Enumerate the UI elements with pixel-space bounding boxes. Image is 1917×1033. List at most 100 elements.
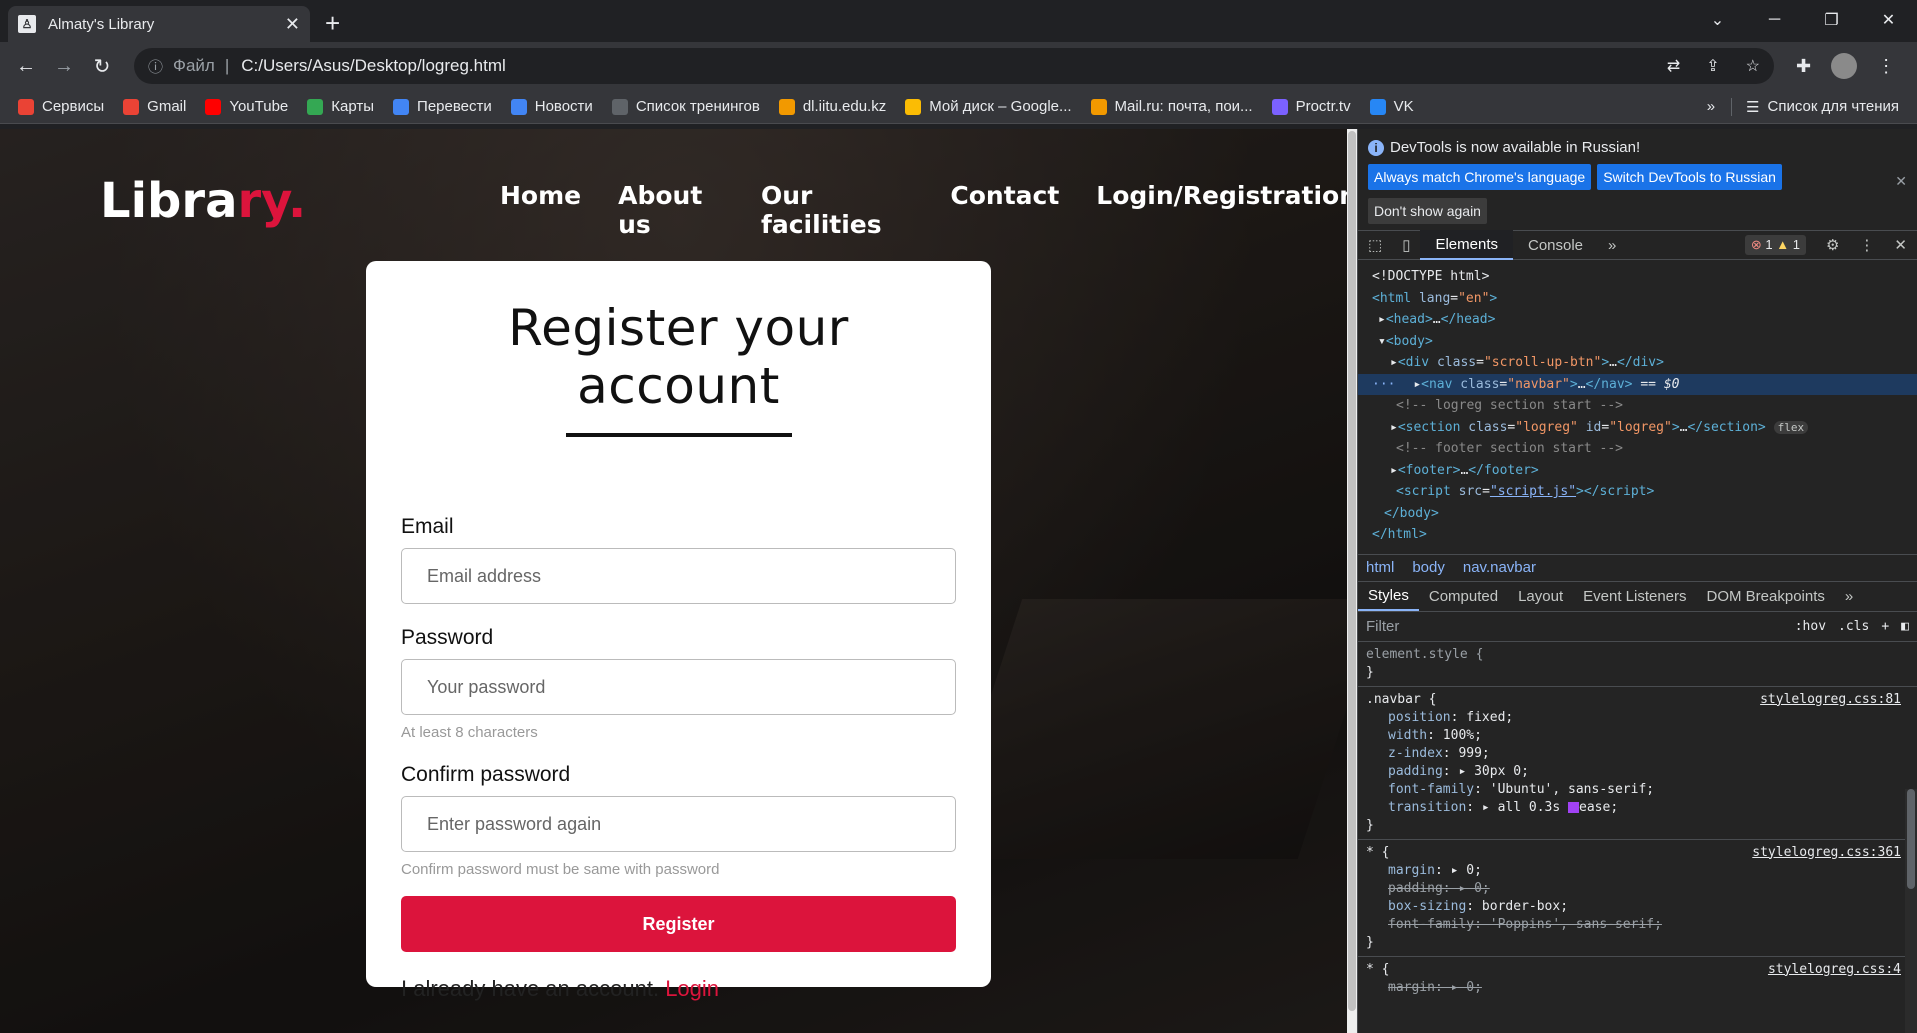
close-devtools-icon[interactable]: ✕: [1884, 236, 1917, 254]
translate-icon[interactable]: ⇄: [1667, 56, 1680, 76]
dont-show-again-button[interactable]: Don't show again: [1368, 198, 1487, 224]
menu-contact-link[interactable]: Contact: [950, 181, 1059, 239]
bookmark-item[interactable]: Сервисы: [18, 98, 104, 115]
tab-console[interactable]: Console: [1513, 230, 1598, 260]
css-rule[interactable]: stylelogreg.css:361 * { margin: ▸ 0; pad…: [1358, 840, 1917, 957]
menu-facilities-link[interactable]: Our facilities: [761, 181, 913, 239]
hover-state-toggle[interactable]: :hov: [1795, 619, 1826, 634]
bookmark-label: VK: [1393, 98, 1414, 115]
styles-pane: element.style { } stylelogreg.css:81 .na…: [1358, 642, 1917, 1001]
devtools-panel: i DevTools is now available in Russian! ✕…: [1357, 129, 1917, 1033]
css-source-link[interactable]: stylelogreg.css:81: [1760, 691, 1901, 709]
tab-elements[interactable]: Elements: [1420, 230, 1513, 260]
close-window-button[interactable]: ✕: [1860, 0, 1917, 40]
bookmark-item[interactable]: YouTube: [205, 98, 288, 115]
more-subtabs-icon[interactable]: »: [1835, 588, 1863, 605]
tab-dom-breakpoints[interactable]: DOM Breakpoints: [1697, 588, 1835, 605]
site-logo[interactable]: Library.: [100, 173, 306, 229]
bookmark-item[interactable]: Новости: [510, 98, 593, 115]
breadcrumb-navbar[interactable]: nav.navbar: [1463, 559, 1536, 576]
breadcrumb-body[interactable]: body: [1412, 559, 1445, 576]
bookmark-item[interactable]: VK: [1369, 98, 1414, 115]
dom-node-selected[interactable]: ··· ▸<nav class="navbar">…</nav> == $0: [1358, 373, 1917, 395]
reading-list-button[interactable]: ☰ Список для чтения: [1731, 97, 1899, 116]
reload-button[interactable]: ↻: [86, 54, 118, 79]
inspect-element-icon[interactable]: ⬚: [1358, 236, 1392, 254]
close-tab-icon[interactable]: ✕: [285, 14, 300, 35]
info-icon[interactable]: ⓘ: [148, 56, 163, 77]
maps-icon: [307, 98, 324, 115]
email-field[interactable]: Email address: [401, 548, 956, 604]
bookmark-item[interactable]: Gmail: [123, 98, 186, 115]
devtools-menu-icon[interactable]: ⋮: [1849, 236, 1884, 254]
dom-node[interactable]: <script src="script.js"></script>: [1372, 481, 1917, 503]
url-text[interactable]: C:/Users/Asus/Desktop/logreg.html: [241, 56, 506, 76]
dom-node[interactable]: ▸<head>…</head>: [1372, 309, 1917, 331]
dom-comment[interactable]: <!-- footer section start -->: [1372, 438, 1917, 460]
dom-node[interactable]: <html lang="en">: [1372, 288, 1917, 310]
dom-comment[interactable]: <!-- logreg section start -->: [1372, 395, 1917, 417]
bookmark-item[interactable]: Перевести: [393, 98, 492, 115]
page-scrollbar[interactable]: [1347, 129, 1357, 1033]
bookmark-item[interactable]: Mail.ru: почта, пои...: [1090, 98, 1253, 115]
device-toolbar-icon[interactable]: ▯: [1392, 236, 1420, 254]
more-bookmarks-icon[interactable]: »: [1707, 98, 1715, 115]
sidebar-toggle-icon[interactable]: ◧: [1901, 619, 1909, 634]
back-button[interactable]: ←: [10, 55, 42, 78]
switch-language-button[interactable]: Switch DevTools to Russian: [1597, 164, 1782, 190]
extensions-icon[interactable]: ✚: [1796, 56, 1811, 77]
share-icon[interactable]: ⇪: [1706, 56, 1719, 76]
styles-scrollbar-thumb[interactable]: [1907, 789, 1915, 889]
maximize-button[interactable]: ❐: [1803, 0, 1860, 40]
confirm-password-field[interactable]: Enter password again: [401, 796, 956, 852]
page-scrollbar-thumb[interactable]: [1348, 131, 1356, 1011]
close-banner-icon[interactable]: ✕: [1895, 173, 1907, 190]
dom-node[interactable]: ▾<body>: [1372, 331, 1917, 353]
css-rule[interactable]: element.style { }: [1358, 642, 1917, 687]
tab-event-listeners[interactable]: Event Listeners: [1573, 588, 1696, 605]
browser-tab[interactable]: ♙ Almaty's Library ✕: [8, 6, 310, 42]
styles-scrollbar[interactable]: [1905, 789, 1917, 1033]
tab-computed[interactable]: Computed: [1419, 588, 1508, 605]
new-tab-button[interactable]: +: [325, 8, 340, 39]
profile-avatar[interactable]: [1831, 53, 1858, 79]
settings-gear-icon[interactable]: ⚙: [1816, 236, 1849, 254]
bookmark-item[interactable]: dl.iitu.edu.kz: [778, 98, 886, 115]
issues-badge[interactable]: ⊗ 1 ▲ 1: [1744, 235, 1806, 255]
bookmark-item[interactable]: Мой диск – Google...: [905, 98, 1072, 115]
forward-button[interactable]: →: [48, 55, 80, 78]
class-toggle[interactable]: .cls: [1838, 619, 1869, 634]
tab-layout[interactable]: Layout: [1508, 588, 1573, 605]
bookmark-item[interactable]: Карты: [307, 98, 374, 115]
dom-node[interactable]: ▸<footer>…</footer>: [1372, 460, 1917, 482]
tab-styles[interactable]: Styles: [1358, 581, 1419, 611]
css-rule[interactable]: stylelogreg.css:81 .navbar { position: f…: [1358, 687, 1917, 840]
dom-node[interactable]: <!DOCTYPE html>: [1372, 266, 1917, 288]
css-rule[interactable]: stylelogreg.css:4 * { margin: ▸ 0;: [1358, 957, 1917, 1001]
password-field[interactable]: Your password: [401, 659, 956, 715]
css-source-link[interactable]: stylelogreg.css:4: [1768, 961, 1901, 979]
styles-filter[interactable]: Filter :hov .cls + ◧: [1358, 612, 1917, 642]
more-menu-icon[interactable]: ⋮: [1877, 56, 1895, 77]
new-rule-button[interactable]: +: [1881, 619, 1889, 634]
dom-node[interactable]: </body>: [1372, 503, 1917, 525]
menu-login-link[interactable]: Login/Registration: [1096, 181, 1357, 239]
bookmark-star-icon[interactable]: ☆: [1746, 56, 1760, 76]
bookmark-item[interactable]: Список тренингов: [611, 98, 760, 115]
minimize-button[interactable]: ─: [1746, 0, 1803, 40]
filter-input[interactable]: Filter: [1366, 618, 1399, 635]
menu-about-link[interactable]: About us: [618, 181, 724, 239]
css-source-link[interactable]: stylelogreg.css:361: [1752, 844, 1901, 862]
register-button[interactable]: Register: [401, 896, 956, 952]
more-tabs-icon[interactable]: »: [1598, 237, 1626, 254]
dom-node[interactable]: ▸<div class="scroll-up-btn">…</div>: [1372, 352, 1917, 374]
login-link[interactable]: Login: [665, 976, 719, 1001]
menu-home-link[interactable]: Home: [500, 181, 581, 239]
dom-node[interactable]: </html>: [1372, 524, 1917, 546]
bookmark-item[interactable]: Proctr.tv: [1271, 98, 1351, 115]
dom-node[interactable]: ▸<section class="logreg" id="logreg">…</…: [1372, 417, 1917, 439]
match-language-button[interactable]: Always match Chrome's language: [1368, 164, 1592, 190]
breadcrumb-html[interactable]: html: [1366, 559, 1394, 576]
address-bar[interactable]: ⓘ Файл | C:/Users/Asus/Desktop/logreg.ht…: [134, 48, 1774, 84]
tab-search-icon[interactable]: ⌄: [1689, 0, 1746, 40]
